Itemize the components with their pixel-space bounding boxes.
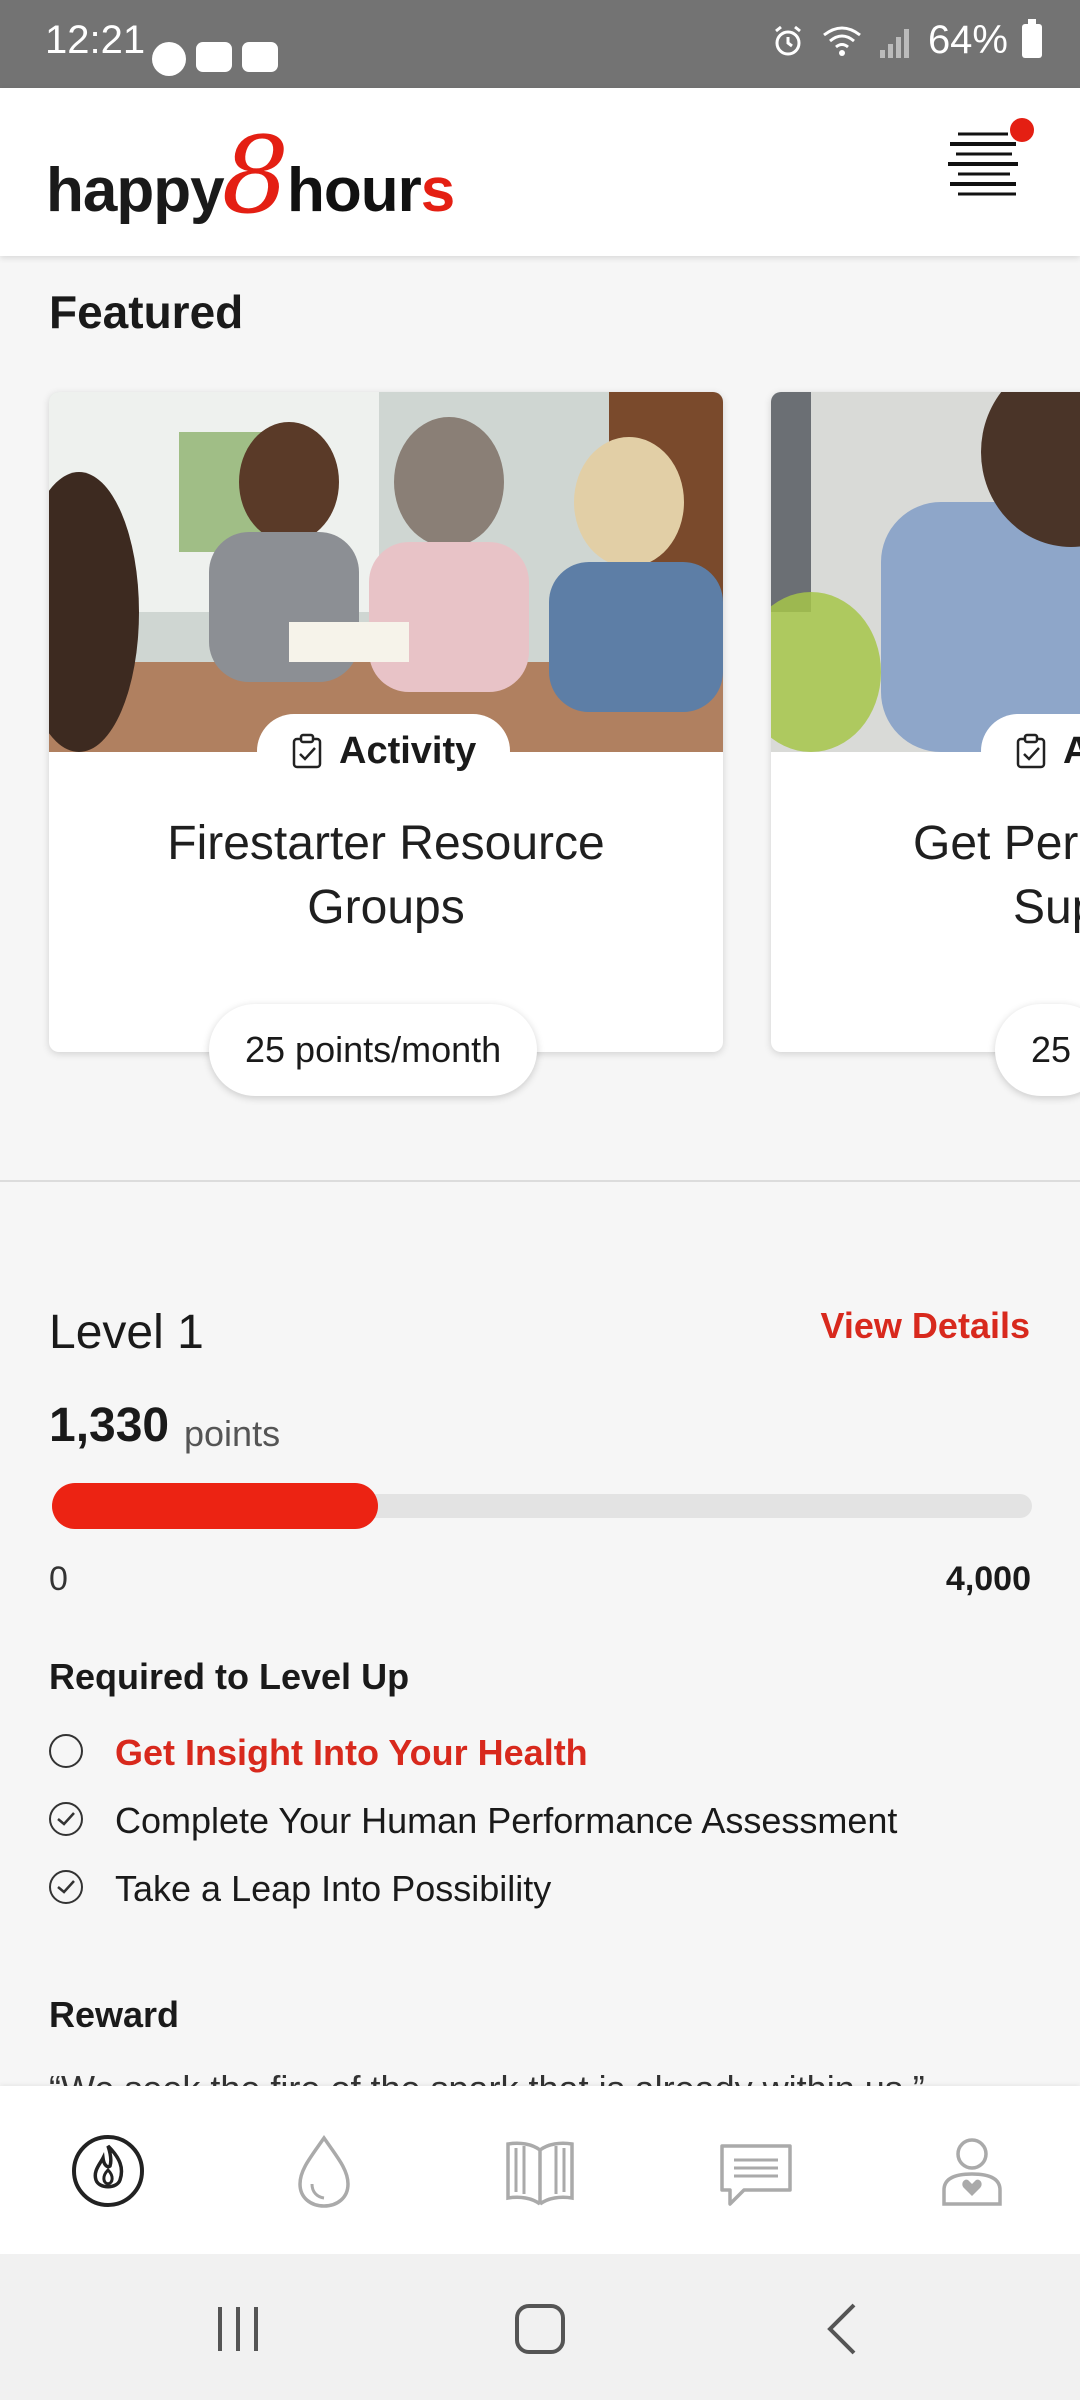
card-title-partial: Get Per Sup	[913, 812, 1080, 940]
signal-icon	[879, 28, 909, 58]
book-icon	[506, 2141, 574, 2206]
progress-scale-max: 4,000	[945, 1560, 1031, 1598]
battery-icon	[1022, 18, 1042, 58]
flame-icon	[72, 2135, 144, 2207]
nav-messages[interactable]	[716, 2126, 796, 2216]
nav-home[interactable]	[68, 2126, 148, 2216]
card-title: Firestarter Resource Groups	[167, 817, 605, 934]
progress-scale-min: 0	[49, 1560, 68, 1598]
logo-text-happy: happy	[46, 156, 225, 225]
card-points-pill: 25	[995, 1004, 1080, 1096]
unchecked-circle-icon	[49, 1734, 83, 1768]
card-points-pill: 25 points/month	[209, 1004, 538, 1096]
checked-circle-icon	[49, 1802, 83, 1836]
card-type-badge: Activity	[257, 714, 511, 788]
system-navigation-bar	[0, 2254, 1080, 2400]
requirement-item[interactable]: Get Insight Into Your Health	[49, 1720, 1049, 1788]
bottom-navigation	[0, 2086, 1080, 2254]
requirement-label[interactable]: Get Insight Into Your Health	[115, 1732, 588, 1774]
requirement-label: Take a Leap Into Possibility	[115, 1868, 552, 1909]
card-title-line2: Sup	[1013, 881, 1080, 934]
notification-dot	[1010, 118, 1034, 142]
notification-icons	[152, 42, 278, 76]
drop-icon	[298, 2134, 350, 2208]
requirements-title: Required to Level Up	[49, 1656, 410, 1697]
requirements-list: Get Insight Into Your Health Complete Yo…	[49, 1720, 1049, 1924]
battery-percent: 64%	[927, 18, 1008, 62]
logo-text-hours: hours	[287, 155, 455, 226]
status-time: 12:21	[45, 18, 146, 62]
view-details-link[interactable]: View Details	[821, 1305, 1030, 1347]
card-image-man	[771, 392, 1080, 752]
status-right: 64%	[770, 18, 1042, 63]
level-progress-fill	[52, 1483, 378, 1529]
nav-library[interactable]	[500, 2126, 580, 2216]
back-button[interactable]	[814, 2299, 874, 2359]
points-unit: points	[184, 1413, 281, 1454]
logo-text-s: s	[420, 156, 455, 225]
level-label: Level 1	[49, 1306, 204, 1359]
featured-title: Featured	[49, 286, 244, 338]
clipboard-check-icon	[1016, 733, 1046, 769]
recent-apps-button[interactable]	[208, 2299, 268, 2359]
featured-card[interactable]: Activity Firestarter Resource Groups 25 …	[49, 392, 723, 1096]
back-chevron-icon	[827, 2303, 856, 2355]
checked-circle-icon	[49, 1870, 83, 1904]
clipboard-check-icon	[292, 733, 322, 769]
card-type-label: A	[1063, 729, 1080, 772]
wifi-icon	[823, 26, 861, 56]
logo-text-hour: hour	[287, 156, 422, 225]
home-button[interactable]	[510, 2299, 570, 2359]
chat-icon	[720, 2144, 792, 2206]
pokeball-icon	[152, 42, 186, 76]
reward-title: Reward	[49, 1994, 180, 2035]
featured-card-partial[interactable]: A Get Per Sup 25	[771, 392, 1080, 1096]
app-header: happy 8 hours	[0, 88, 1080, 256]
nav-profile[interactable]	[932, 2126, 1012, 2216]
points-value: 1,330	[49, 1399, 170, 1452]
menu-button[interactable]	[946, 118, 1034, 214]
requirement-item: Take a Leap Into Possibility	[49, 1856, 1049, 1924]
happy8hours-logo[interactable]: happy 8 hours	[46, 114, 455, 237]
card-image-group-discussion	[49, 392, 723, 752]
section-divider	[0, 1180, 1080, 1182]
logo-number: 8	[221, 114, 290, 237]
nav-wellness[interactable]	[284, 2126, 364, 2216]
profile-heart-icon	[942, 2138, 1002, 2206]
level-progress-bar	[52, 1483, 1032, 1529]
youtube-icon	[242, 42, 278, 72]
camera-icon	[196, 42, 232, 72]
recent-apps-icon	[218, 2307, 258, 2351]
home-icon	[515, 2304, 565, 2354]
requirement-label: Complete Your Human Performance Assessme…	[115, 1800, 898, 1841]
requirement-item: Complete Your Human Performance Assessme…	[49, 1788, 1049, 1856]
card-type-badge: A	[981, 714, 1080, 788]
card-type-label: Activity	[339, 729, 477, 772]
alarm-icon	[775, 25, 801, 55]
card-title-line1: Get Per	[913, 817, 1079, 870]
status-bar: 12:21 64%	[0, 0, 1080, 88]
